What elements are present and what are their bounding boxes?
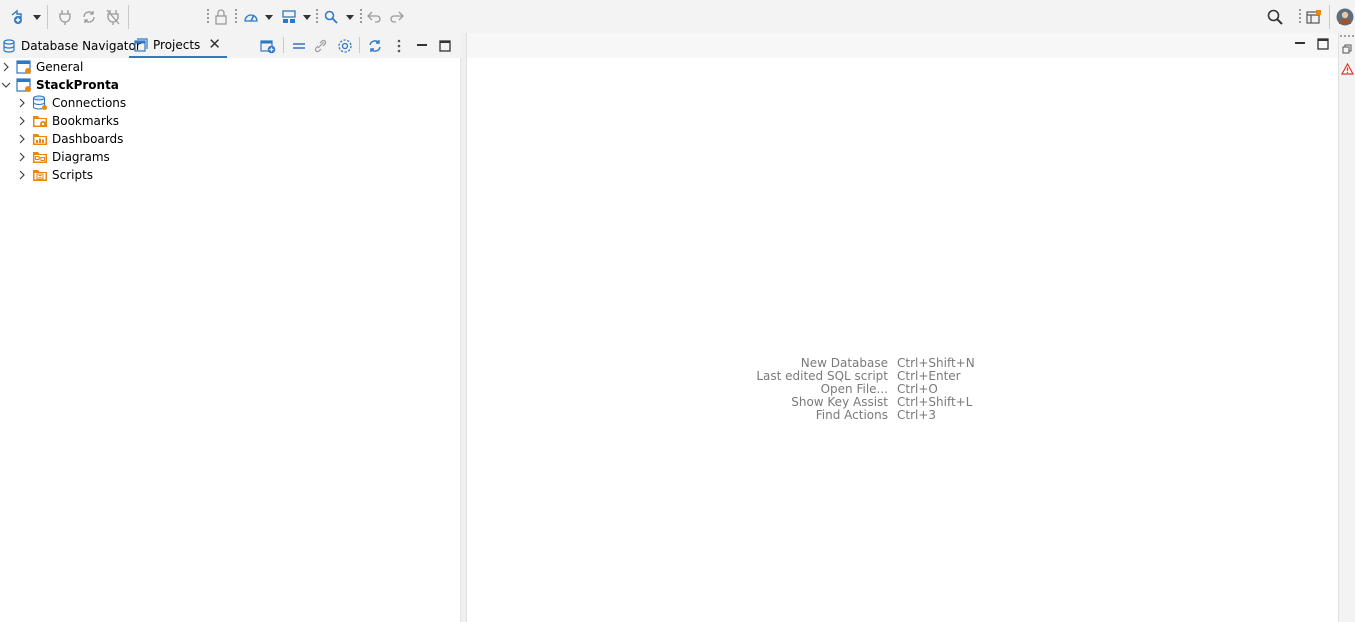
lock-icon[interactable]: [213, 7, 229, 27]
toolbar-separator: [47, 5, 48, 29]
toolbar-separator: [1329, 5, 1330, 29]
forward-icon[interactable]: [389, 7, 405, 27]
perspective-icon[interactable]: [1305, 7, 1323, 27]
maximize-icon[interactable]: [436, 37, 454, 55]
shortcut-keys: Ctrl+3: [897, 408, 937, 422]
chevron-right-icon[interactable]: [16, 134, 28, 144]
tab-projects[interactable]: Projects ✕: [129, 33, 227, 58]
tree-item-diagrams[interactable]: Diagrams: [16, 148, 110, 166]
shortcut-hints: New Database Ctrl+Shift+N Last edited SQ…: [747, 357, 975, 422]
new-connection-icon[interactable]: [8, 7, 26, 27]
tree-item-label: General: [36, 60, 84, 74]
tree-item-general[interactable]: General: [0, 58, 83, 76]
trim-grip: [1340, 35, 1354, 37]
right-trim-bar: [1338, 33, 1355, 622]
shortcut-row: Find Actions Ctrl+3: [747, 409, 975, 422]
settings-icon[interactable]: [336, 37, 354, 55]
view-tab-bar: Database Navigator Projects ✕: [0, 33, 461, 58]
main-toolbar: [0, 0, 1355, 33]
connect-icon[interactable]: [57, 7, 73, 27]
create-project-icon[interactable]: [259, 37, 277, 55]
tree-item-label: Diagrams: [52, 150, 110, 164]
tree-item-bookmarks[interactable]: Bookmarks: [16, 112, 119, 130]
chevron-right-icon[interactable]: [16, 98, 28, 108]
tree-item-dashboards[interactable]: Dashboards: [16, 130, 123, 148]
chevron-down-icon: [346, 14, 354, 20]
toolbar-grip: [360, 9, 362, 25]
toolbar-grip: [207, 9, 209, 25]
reconnect-icon[interactable]: [81, 7, 97, 27]
toolbar-separator: [128, 5, 129, 29]
tree-item-label: Connections: [52, 96, 127, 110]
transaction-dropdown[interactable]: [302, 7, 312, 27]
tab-label: Database Navigator: [21, 38, 141, 53]
toolbar-grip: [316, 9, 318, 25]
chevron-right-icon[interactable]: [0, 62, 12, 72]
maximize-icon[interactable]: [1316, 37, 1330, 51]
tree-item-label: StackPronta: [36, 78, 119, 92]
database-icon[interactable]: [242, 7, 260, 27]
tree-item-label: Dashboards: [52, 132, 124, 146]
new-connection-dropdown[interactable]: [32, 7, 42, 27]
database-dropdown[interactable]: [264, 7, 274, 27]
editor-area: New Database Ctrl+Shift+N Last edited SQ…: [466, 33, 1339, 622]
tree-item-label: Bookmarks: [52, 114, 120, 128]
editor-tab-bar: [467, 33, 1339, 58]
tab-database-navigator[interactable]: Database Navigator: [2, 33, 141, 58]
tree-item-stackpronta[interactable]: StackPronta: [0, 76, 119, 94]
chevron-right-icon[interactable]: [16, 116, 28, 126]
minimize-icon[interactable]: [1293, 37, 1307, 51]
link-with-editor-icon[interactable]: [313, 37, 331, 55]
toolbar-separator: [359, 37, 360, 53]
tree-item-scripts[interactable]: Scripts: [16, 166, 93, 184]
connections-icon: [32, 95, 48, 111]
close-icon[interactable]: ✕: [208, 37, 221, 52]
tab-label: Projects: [153, 37, 201, 52]
dashboards-folder-icon: [32, 131, 48, 147]
project-icon: [16, 77, 32, 93]
toolbar-grip: [1299, 9, 1301, 25]
search-dropdown[interactable]: [345, 7, 355, 27]
shortcut-command: Find Actions: [815, 408, 888, 422]
problems-warning-icon[interactable]: [1340, 62, 1355, 78]
view-menu-icon[interactable]: [390, 37, 408, 55]
search-icon[interactable]: [323, 7, 339, 27]
chevron-down-icon: [33, 14, 41, 20]
tree-item-label: Scripts: [52, 168, 94, 182]
tree-item-connections[interactable]: Connections: [16, 94, 126, 112]
chevron-down-icon: [265, 14, 273, 20]
scripts-folder-icon: [32, 167, 48, 183]
transaction-icon[interactable]: [280, 7, 298, 27]
account-avatar-icon[interactable]: [1335, 7, 1355, 27]
back-icon[interactable]: [366, 7, 382, 27]
projects-icon: [134, 37, 148, 52]
database-navigator-icon: [2, 38, 16, 53]
refresh-icon[interactable]: [366, 37, 384, 55]
toolbar-grip: [235, 9, 237, 25]
disconnect-icon[interactable]: [105, 7, 121, 27]
project-icon: [16, 59, 32, 75]
chevron-right-icon[interactable]: [16, 170, 28, 180]
restore-icon[interactable]: [1342, 43, 1352, 57]
bookmarks-folder-icon: [32, 113, 48, 129]
projects-view: Database Navigator Projects ✕ General St…: [0, 33, 461, 622]
minimize-icon[interactable]: [413, 37, 431, 55]
collapse-all-icon[interactable]: [290, 37, 308, 55]
toolbar-separator: [283, 37, 284, 53]
chevron-down-icon: [303, 14, 311, 20]
global-search-icon[interactable]: [1266, 7, 1284, 27]
diagrams-folder-icon: [32, 149, 48, 165]
chevron-right-icon[interactable]: [16, 152, 28, 162]
chevron-down-icon[interactable]: [0, 81, 12, 89]
